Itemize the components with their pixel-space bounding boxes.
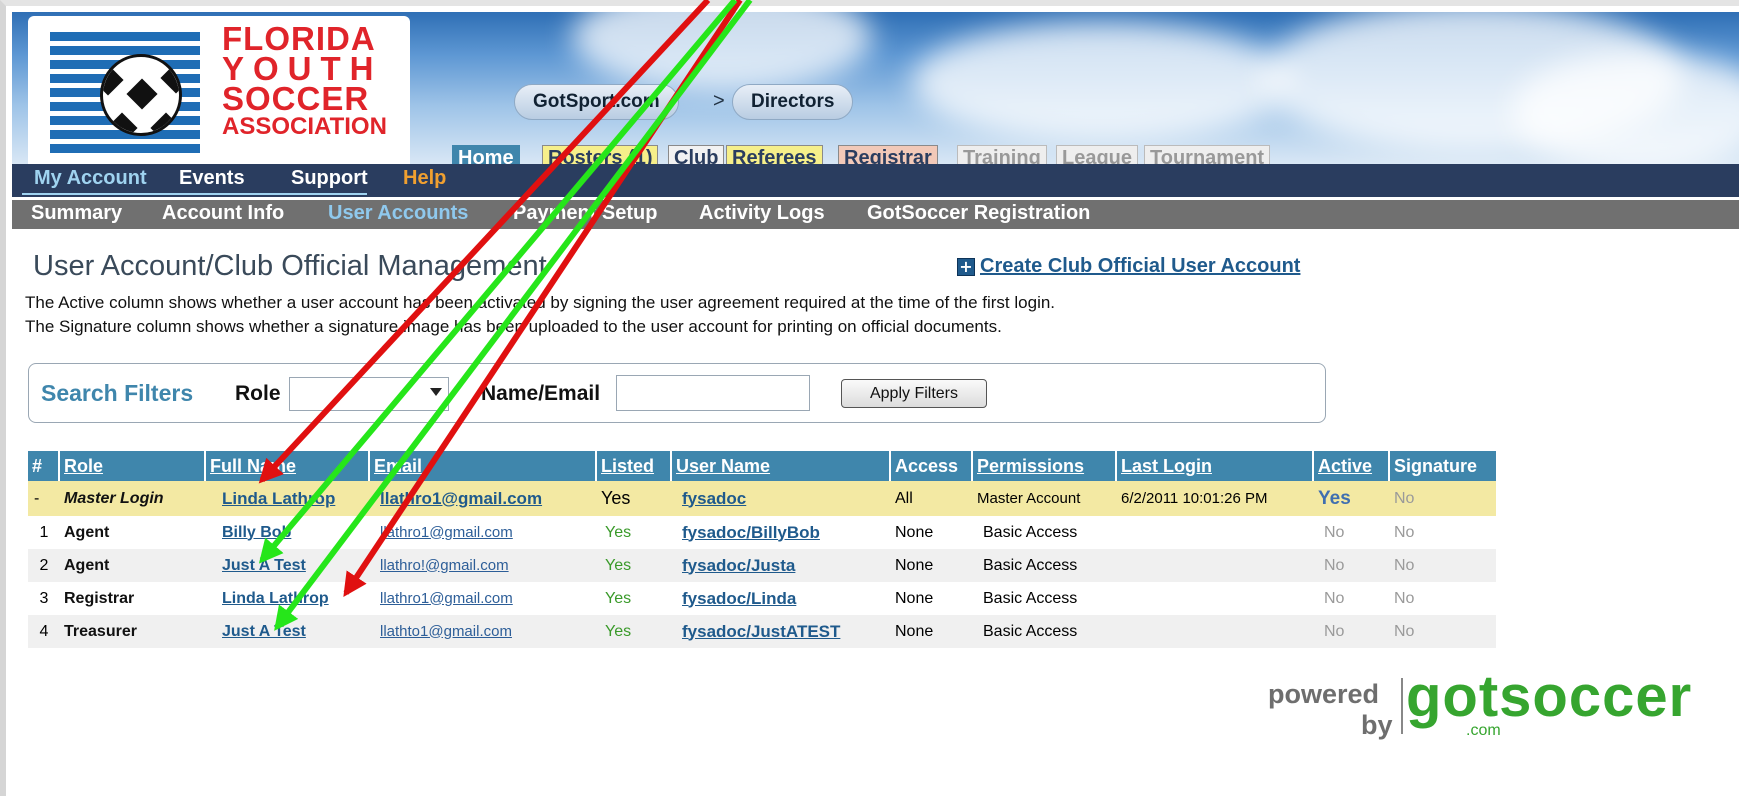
green-arrow-to-just-a-test: [258, 0, 738, 564]
red-arrow-to-linda: [258, 0, 711, 484]
annotation-arrows: [258, 0, 753, 631]
green-arrow-to-just-a-test-treasurer: [274, 0, 753, 631]
